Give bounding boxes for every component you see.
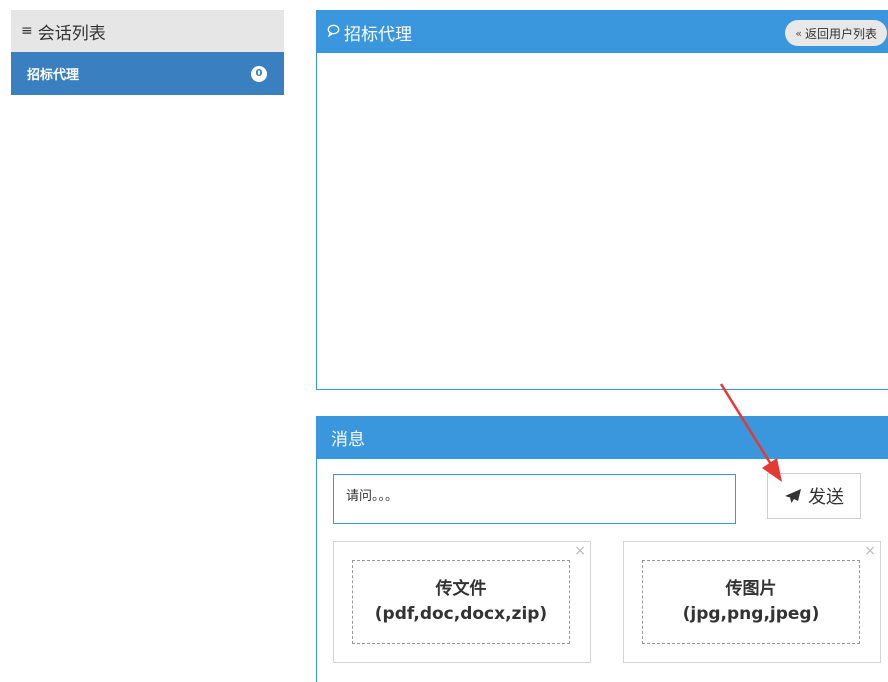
- chat-messages-area[interactable]: [317, 53, 888, 389]
- message-input[interactable]: 请问。。。: [333, 474, 736, 524]
- unread-count-badge: 0: [251, 65, 267, 82]
- image-upload-box: × 传图片 (jpg,png,jpeg): [623, 541, 881, 663]
- sidebar-title: 会话列表: [37, 23, 106, 44]
- back-button-label: 返回用户列表: [804, 26, 877, 41]
- file-upload-types: (pdf,doc,docx,zip): [374, 604, 548, 624]
- list-icon: ≡: [21, 23, 33, 39]
- image-upload-types: (jpg,png,jpeg): [682, 604, 820, 624]
- image-upload-title: 传图片: [725, 579, 777, 599]
- chat-title: 招标代理: [344, 24, 412, 45]
- sidebar-item-label: 招标代理: [27, 68, 80, 83]
- paper-plane-icon: [785, 489, 801, 503]
- double-chevron-left-icon: «: [795, 26, 802, 40]
- image-upload-dropzone[interactable]: 传图片 (jpg,png,jpeg): [642, 560, 860, 644]
- back-to-user-list-button[interactable]: « 返回用户列表: [785, 20, 887, 46]
- chat-panel: 招标代理 « 返回用户列表: [316, 10, 888, 390]
- chat-header: 招标代理 « 返回用户列表: [317, 11, 888, 53]
- file-upload-dropzone[interactable]: 传文件 (pdf,doc,docx,zip): [352, 560, 570, 644]
- send-button[interactable]: 发送: [767, 473, 861, 519]
- file-upload-title: 传文件: [435, 579, 487, 599]
- close-icon[interactable]: ×: [864, 543, 876, 559]
- message-title: 消息: [331, 430, 365, 450]
- send-button-label: 发送: [808, 487, 844, 508]
- message-header: 消息: [317, 416, 888, 459]
- comment-icon: [327, 24, 340, 41]
- message-panel: 消息 请问。。。 发送 × 传文件 (pdf,doc,docx,zip) × 传…: [316, 416, 888, 682]
- session-sidebar: ≡ 会话列表 招标代理 0: [11, 10, 284, 95]
- sidebar-header: ≡ 会话列表: [11, 10, 284, 52]
- sidebar-item-session[interactable]: 招标代理 0: [11, 52, 284, 95]
- close-icon[interactable]: ×: [574, 543, 586, 559]
- file-upload-box: × 传文件 (pdf,doc,docx,zip): [333, 541, 591, 663]
